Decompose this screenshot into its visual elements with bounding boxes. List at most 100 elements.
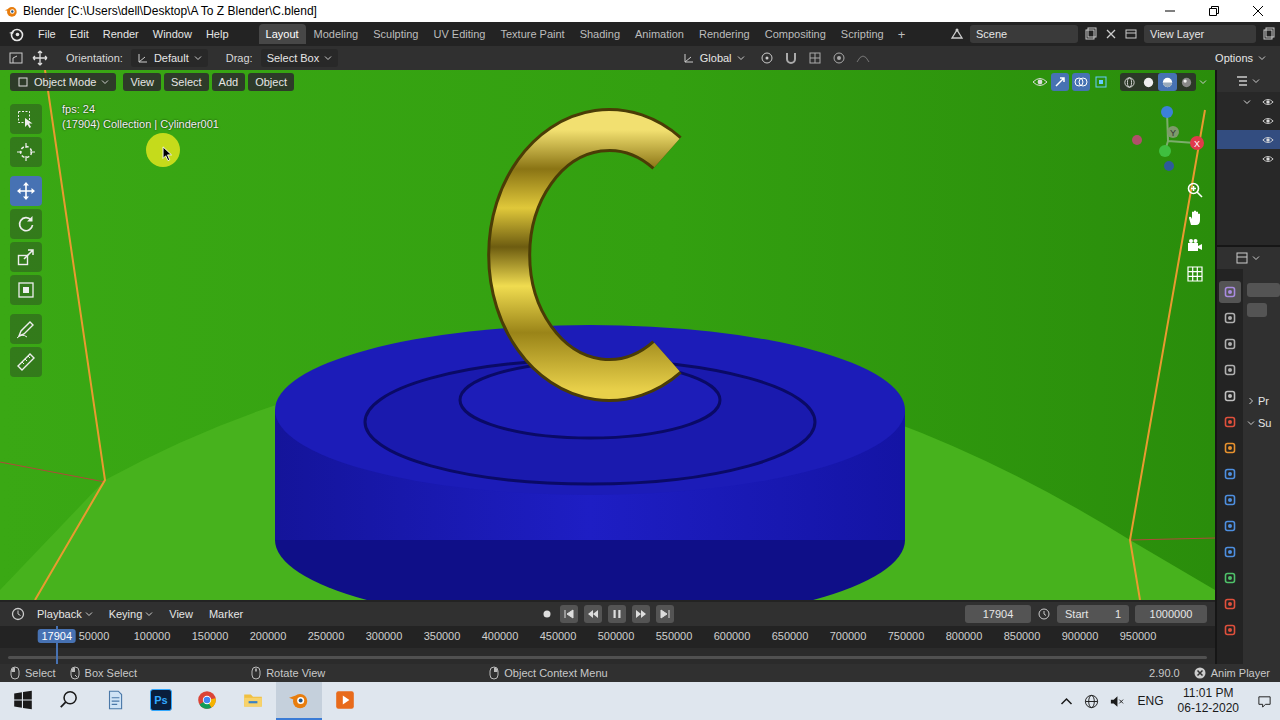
snap-target-icon[interactable] <box>807 50 823 66</box>
properties-tab[interactable] <box>1219 385 1241 407</box>
zoom-icon[interactable] <box>1185 180 1205 200</box>
current-frame-field[interactable]: 17904 <box>965 605 1031 623</box>
properties-tab[interactable] <box>1219 307 1241 329</box>
taskbar-app[interactable] <box>230 682 276 720</box>
tool-button[interactable] <box>10 275 42 305</box>
eye-open-icon[interactable] <box>1262 134 1274 146</box>
pivot-icon[interactable] <box>759 50 775 66</box>
tool-button[interactable] <box>10 104 42 134</box>
grid-icon[interactable] <box>1185 264 1205 284</box>
taskbar-app[interactable] <box>322 682 368 720</box>
properties-tab[interactable] <box>1219 489 1241 511</box>
add-workspace-button[interactable]: + <box>892 25 912 44</box>
tool-button[interactable] <box>10 137 42 167</box>
chevron-down-icon[interactable] <box>1252 77 1260 85</box>
properties-tab[interactable] <box>1219 619 1241 641</box>
shading-button[interactable] <box>1158 73 1177 91</box>
snap-icon[interactable] <box>783 50 799 66</box>
new-scene-icon[interactable] <box>1084 27 1098 41</box>
timeline-menu[interactable]: Keying <box>104 606 159 622</box>
timeline-track[interactable] <box>0 648 1215 664</box>
navigation-gizmo[interactable]: YX <box>1123 96 1213 186</box>
start-frame-field[interactable]: Start 1 <box>1057 605 1129 623</box>
taskbar-app[interactable] <box>92 682 138 720</box>
taskbar-app[interactable] <box>0 682 46 720</box>
view-layer-icon[interactable] <box>1124 27 1138 41</box>
workspace-tab[interactable]: Animation <box>628 24 691 44</box>
workspace-tab[interactable]: Texture Paint <box>493 24 571 44</box>
preview-range-clock-icon[interactable] <box>1037 607 1051 621</box>
shading-options-icon[interactable] <box>1199 78 1207 86</box>
properties-tab[interactable] <box>1219 333 1241 355</box>
delete-scene-icon[interactable] <box>1104 27 1118 41</box>
camera-icon[interactable] <box>1185 236 1205 256</box>
outliner-row[interactable] <box>1217 149 1280 168</box>
outliner-row[interactable] <box>1217 111 1280 130</box>
tool-button[interactable] <box>10 314 42 344</box>
property-field[interactable] <box>1247 303 1267 317</box>
properties-tab[interactable] <box>1219 437 1241 459</box>
previous-keyframe-icon[interactable] <box>584 605 602 623</box>
cancel-icon[interactable] <box>1194 667 1206 679</box>
properties-panel-header[interactable]: Pr <box>1247 393 1280 409</box>
workspace-tab[interactable]: Shading <box>573 24 627 44</box>
close-button[interactable] <box>1236 0 1280 22</box>
proportional-edit-icon[interactable] <box>831 50 847 66</box>
view-layer-field[interactable]: View Layer <box>1144 25 1256 43</box>
timeline-menu[interactable]: Playback <box>32 606 98 622</box>
gizmo-toggle-icon[interactable] <box>1051 73 1069 91</box>
shading-button[interactable] <box>1177 73 1196 91</box>
outliner-row[interactable] <box>1217 130 1280 149</box>
notifications-icon[interactable] <box>1257 694 1272 709</box>
properties-tab[interactable] <box>1219 411 1241 433</box>
expand-arrow-icon[interactable] <box>1243 98 1251 106</box>
taskbar-app[interactable] <box>184 682 230 720</box>
eye-open-icon[interactable] <box>1262 115 1274 127</box>
eye-open-icon[interactable] <box>1262 153 1274 165</box>
frame-ruler[interactable]: 5000010000015000020000025000030000035000… <box>0 626 1215 648</box>
editor-type-icon[interactable] <box>8 50 24 66</box>
minimize-button[interactable] <box>1148 0 1192 22</box>
speaker-muted-icon[interactable] <box>1109 694 1124 709</box>
pan-hand-icon[interactable] <box>1185 208 1205 228</box>
outliner-row[interactable] <box>1217 92 1280 111</box>
move-tool-icon[interactable] <box>32 50 48 66</box>
properties-tab[interactable] <box>1219 567 1241 589</box>
properties-tab[interactable] <box>1219 541 1241 563</box>
workspace-tab[interactable]: Modeling <box>307 24 366 44</box>
properties-tab[interactable] <box>1219 359 1241 381</box>
clock[interactable]: 11:01 PM 06-12-2020 <box>1178 686 1239 716</box>
menu-item[interactable]: Help <box>200 25 235 43</box>
xray-icon[interactable] <box>1093 74 1109 90</box>
pause-icon[interactable] <box>608 605 626 623</box>
options-dropdown[interactable]: Options <box>1209 49 1272 67</box>
eye-open-icon[interactable] <box>1262 96 1274 108</box>
properties-tab[interactable] <box>1219 593 1241 615</box>
show-hidden-icons-icon[interactable] <box>1059 694 1074 709</box>
jump-start-icon[interactable] <box>560 605 578 623</box>
orientation-dropdown[interactable]: Default <box>131 49 208 67</box>
next-keyframe-icon[interactable] <box>632 605 650 623</box>
workspace-tab[interactable]: Layout <box>259 24 306 44</box>
taskbar-app[interactable] <box>276 682 322 720</box>
properties-tab[interactable] <box>1219 463 1241 485</box>
end-frame-field[interactable]: 1000000 <box>1135 605 1207 623</box>
property-field[interactable] <box>1247 283 1280 297</box>
tool-button[interactable] <box>10 347 42 377</box>
viewport-menu[interactable]: View <box>123 73 161 91</box>
timeline-body[interactable]: 5000010000015000020000025000030000035000… <box>0 626 1215 664</box>
scene-render[interactable] <box>0 70 1215 600</box>
menu-item[interactable]: File <box>32 25 62 43</box>
outliner-editor-icon[interactable] <box>1235 74 1249 88</box>
visibility-icon[interactable] <box>1032 74 1048 90</box>
tool-button[interactable] <box>10 242 42 272</box>
record-icon[interactable] <box>540 607 554 621</box>
viewport-menu[interactable]: Object <box>248 73 294 91</box>
jump-end-icon[interactable] <box>656 605 674 623</box>
playhead-frame[interactable]: 17904 <box>37 629 76 643</box>
blender-menu-icon[interactable] <box>8 26 24 42</box>
taskbar-app[interactable]: Ps <box>138 682 184 720</box>
tool-button[interactable] <box>10 176 42 206</box>
new-view-layer-icon[interactable] <box>1262 27 1276 41</box>
workspace-tab[interactable]: Scripting <box>834 24 891 44</box>
